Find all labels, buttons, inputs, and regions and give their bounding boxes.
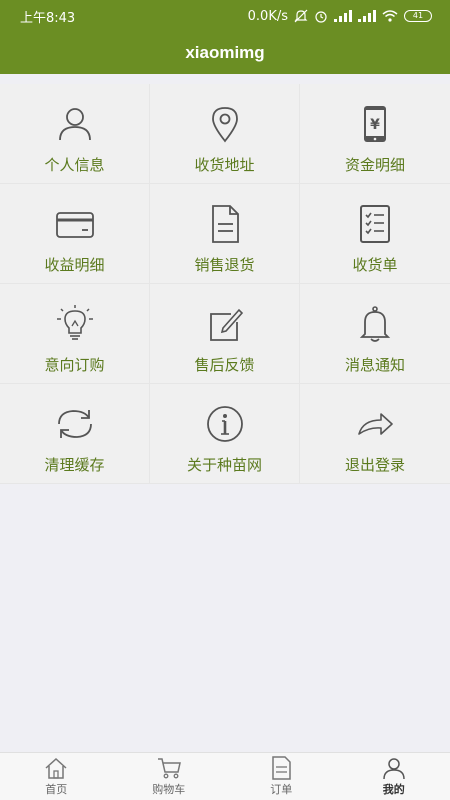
status-time: 上午8:43: [20, 10, 76, 26]
tab-label: 首页: [45, 783, 68, 796]
tab-label: 我的: [382, 783, 405, 796]
battery-indicator: 41: [404, 10, 432, 22]
menu-item-logout[interactable]: 退出登录: [300, 384, 450, 484]
bottom-tab-bar: 首页 购物车 订单 我的: [0, 752, 450, 800]
tab-orders[interactable]: 订单: [225, 753, 338, 800]
tab-mine[interactable]: 我的: [338, 753, 450, 800]
menu-grid: 个人信息 收货地址 ¥ 资金明细 收益明细 销售退货 收货单 意向订购 售后反馈…: [0, 84, 450, 484]
menu-item-intent-order[interactable]: 意向订购: [0, 284, 150, 384]
menu-item-sales-return[interactable]: 销售退货: [150, 184, 300, 284]
menu-item-label: 退出登录: [344, 456, 405, 474]
menu-item-fund-details[interactable]: ¥ 资金明细: [300, 84, 450, 184]
menu-item-label: 收货地址: [194, 156, 255, 174]
status-bar: 上午8:43 0.0K/s 41: [0, 0, 450, 32]
refresh-icon: [53, 402, 97, 446]
status-icons: 0.0K/s 41: [248, 9, 432, 24]
menu-item-label: 消息通知: [344, 356, 405, 374]
page-title: xiaomimg: [185, 43, 265, 62]
checklist-icon: [353, 202, 397, 246]
menu-item-label: 关于种苗网: [186, 456, 262, 474]
network-speed: 0.0K/s: [247, 8, 288, 24]
menu-item-label: 收货单: [352, 256, 398, 274]
info-icon: [203, 402, 247, 446]
menu-item-income-details[interactable]: 收益明细: [0, 184, 150, 284]
svg-text:¥: ¥: [370, 117, 380, 133]
mute-icon: [294, 9, 308, 23]
menu-item-label: 资金明细: [344, 156, 405, 174]
share-arrow-icon: [353, 402, 397, 446]
menu-item-receipt[interactable]: 收货单: [300, 184, 450, 284]
menu-item-label: 清理缓存: [44, 456, 105, 474]
menu-item-shipping-address[interactable]: 收货地址: [150, 84, 300, 184]
menu-item-after-sales-feedback[interactable]: 售后反馈: [150, 284, 300, 384]
menu-item-personal-info[interactable]: 个人信息: [0, 84, 150, 184]
tab-home[interactable]: 首页: [0, 753, 113, 800]
cart-icon: [157, 758, 181, 779]
tab-cart[interactable]: 购物车: [113, 753, 226, 800]
signal-icon: [334, 10, 352, 22]
location-pin-icon: [203, 102, 247, 146]
alarm-icon: [315, 11, 327, 23]
card-icon: [53, 202, 97, 246]
tab-label: 购物车: [152, 783, 186, 796]
person-icon: [53, 102, 97, 146]
home-icon: [45, 757, 67, 779]
header-bar: xiaomimg: [0, 32, 450, 74]
menu-item-label: 销售退货: [194, 256, 255, 274]
menu-item-label: 个人信息: [44, 156, 105, 174]
tab-label: 订单: [270, 783, 293, 796]
menu-item-label: 收益明细: [44, 256, 105, 274]
bell-icon: [353, 302, 397, 346]
signal-icon-2: [358, 10, 376, 22]
order-icon: [272, 756, 291, 780]
menu-item-label: 意向订购: [44, 356, 105, 374]
menu-item-notifications[interactable]: 消息通知: [300, 284, 450, 384]
user-icon: [383, 758, 405, 780]
edit-icon: [203, 302, 247, 346]
menu-item-label: 售后反馈: [194, 356, 255, 374]
menu-item-about[interactable]: 关于种苗网: [150, 384, 300, 484]
wifi-icon: [382, 10, 398, 22]
menu-item-clear-cache[interactable]: 清理缓存: [0, 384, 150, 484]
lightbulb-icon: [53, 302, 97, 346]
document-icon: [203, 202, 247, 246]
phone-yen-icon: ¥: [353, 102, 397, 146]
